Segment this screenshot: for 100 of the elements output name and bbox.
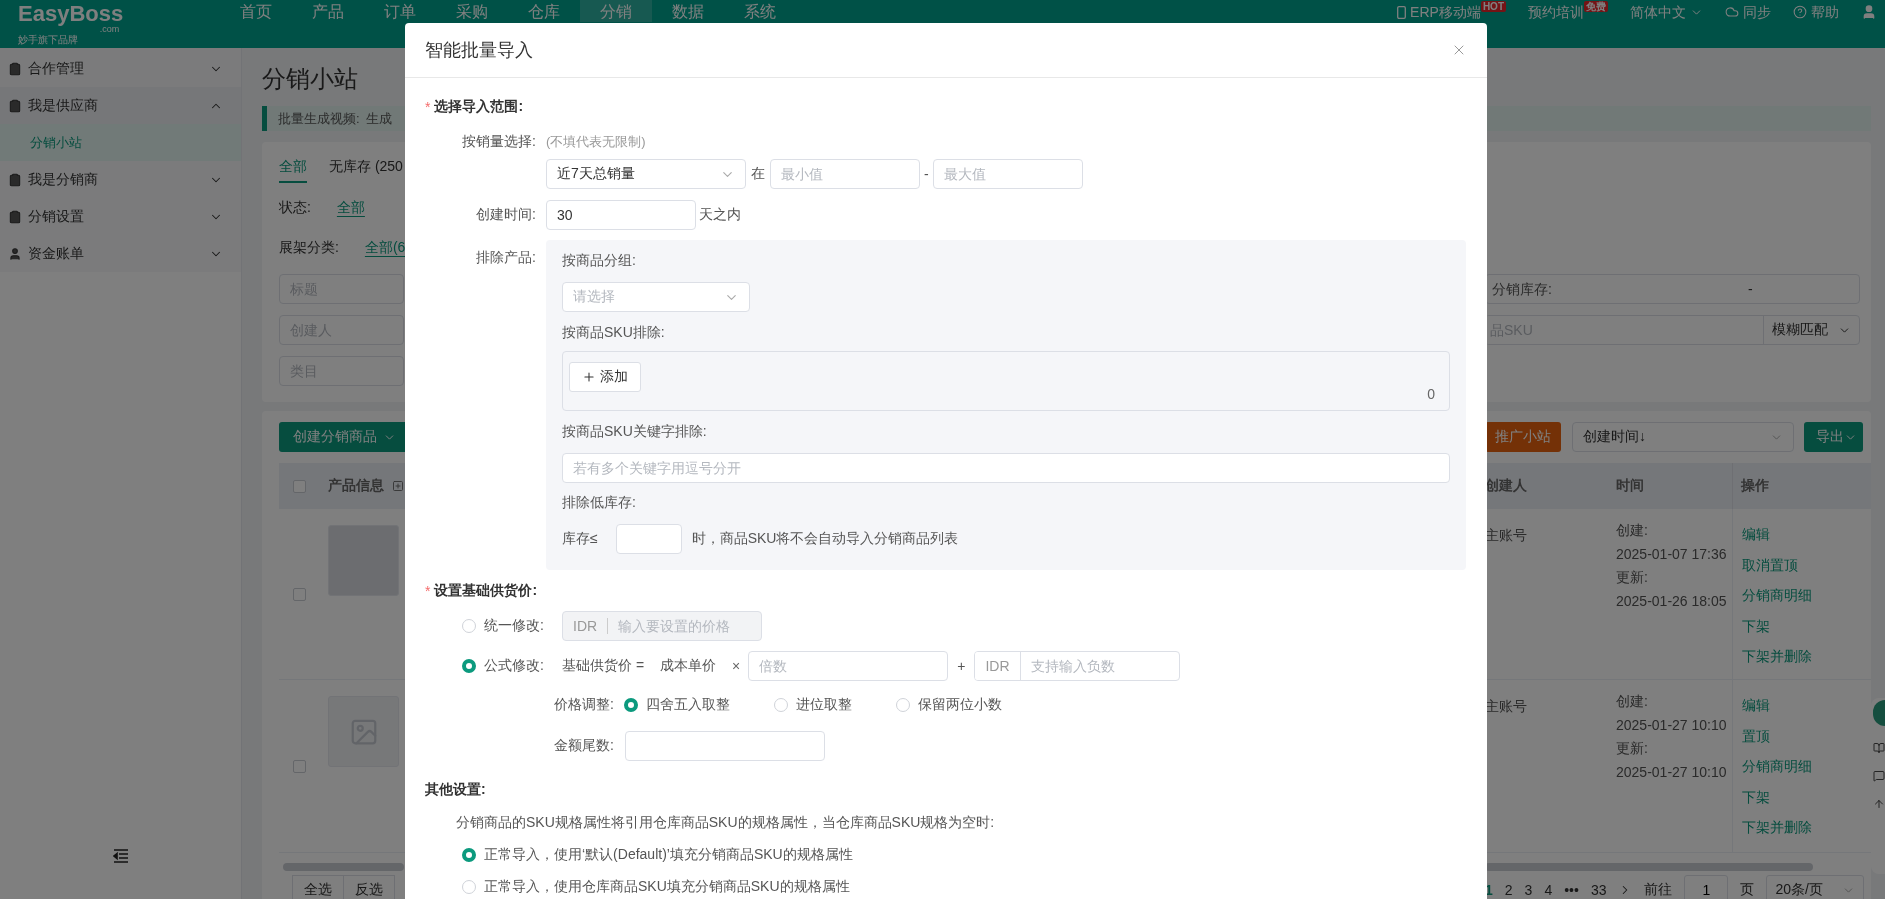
sidebar-item[interactable]: 合作管理 [0,50,241,87]
table-cell-text: 创建: [1616,692,1649,711]
action-link[interactable]: 编辑 [1742,690,1870,721]
action-link[interactable]: 置顶 [1742,720,1870,751]
field-label: 按商品分组: [562,251,637,270]
user-icon[interactable] [1861,4,1877,20]
hint-text: (不填代表无限制) [546,133,646,151]
required-mark: * [425,99,431,115]
action-link[interactable]: 分销商明细 [1742,580,1870,611]
offset-input[interactable]: 支持输入负数 [1020,658,1180,674]
page-number[interactable]: 33 [1590,882,1607,898]
nav-menu-item[interactable]: 首页 [220,0,292,22]
page-title: 分销小站 [262,64,359,94]
add-button[interactable]: 添加 [569,362,641,392]
page-unit: 页 [1740,881,1755,899]
filter-option[interactable]: 全部 [336,199,365,217]
sidebar-item[interactable]: 我是供应商 [0,87,241,124]
page-size-select[interactable]: 20条/页 [1766,875,1865,899]
section-title: 设置基础供货价: [434,582,538,600]
sidebar-item[interactable]: 分销设置 [0,198,241,235]
clipboard-icon [8,172,22,187]
chat-icon[interactable] [1873,770,1885,782]
metric-select[interactable]: 近7天总销量 [546,159,746,189]
field-label: 按商品SKU排除: [562,323,666,342]
group-select[interactable]: 请选择 [562,282,750,312]
nav-menu-item[interactable]: 数据 [652,0,724,22]
page-number[interactable]: 2 [1504,882,1513,898]
radio-button[interactable] [462,659,476,673]
offset-field[interactable]: IDR 支持输入负数 [974,651,1181,681]
promote-button[interactable]: 推广小站 [1485,422,1561,452]
select-all-button[interactable]: 全选 [292,875,344,899]
max-input[interactable]: 最大值 [932,159,1083,189]
action-link[interactable]: 下架 [1742,781,1870,812]
option-label: 统一修改: [484,617,545,635]
phone-icon [1397,5,1407,19]
book-icon[interactable] [1873,742,1885,754]
page-number[interactable]: ••• [1564,882,1579,898]
min-input[interactable]: 最小值 [770,159,920,189]
nav-menu-item[interactable]: 订单 [364,0,436,22]
option-label: 公式修改: [484,657,545,675]
field-label: 排除产品: [475,249,536,267]
tail-input[interactable] [624,731,825,761]
nav-menu-item[interactable]: 采购 [436,0,508,22]
sort-select[interactable]: 创建时间↓ [1572,422,1794,452]
action-link[interactable]: 下架 [1742,610,1870,641]
filter-label: 状态: [279,199,311,217]
toolbar-link[interactable]: 简体中文 [1630,3,1703,21]
multiplier-input[interactable]: 倍数 [748,651,949,681]
nav-menu-item[interactable]: 仓库 [508,0,580,22]
dialog-title: 智能批量导入 [425,39,533,62]
sidebar-subitem[interactable]: 分销小站 [0,124,241,161]
nav-menu-item[interactable]: 系统 [724,0,796,22]
collapse-menu-icon[interactable] [112,849,129,863]
section-title: 选择导入范围: [434,98,524,116]
notice-label: 批量生成视频: [278,109,360,128]
sidebar-item[interactable]: 资金账单 [0,235,241,272]
section-title: 其他设置: [425,781,486,799]
stock-input[interactable] [615,524,682,554]
arrow-up-icon[interactable] [1873,798,1885,810]
expand-icon [392,479,404,493]
toolbar-link[interactable]: 预约培训 [1528,3,1584,21]
checkbox[interactable] [293,587,306,601]
column-header: 创建人 [1485,476,1528,495]
filter-option[interactable]: 全部(6 [364,239,406,257]
currency-prefix: IDR [563,618,609,634]
nav-menu-item[interactable]: 产品 [292,0,364,22]
page-number[interactable]: 4 [1544,882,1553,898]
toolbar-link[interactable]: 帮助 [1793,3,1839,21]
keyword-input[interactable]: 若有多个关键字用逗号分开 [562,453,1450,483]
action-link[interactable]: 下架并删除 [1742,641,1870,672]
days-input[interactable]: 30 [546,200,696,230]
avatar-icon[interactable] [1873,700,1885,726]
field-label: 排除低库存: [562,493,637,512]
tab[interactable]: 无库存 (250 [329,153,403,183]
action-link[interactable]: 下架并删除 [1742,812,1870,843]
checkbox[interactable] [293,759,306,773]
export-button[interactable]: 导出 [1804,422,1863,452]
invert-selection-button[interactable]: 反选 [343,875,395,899]
table-cell-text: 2025-01-27 10:10 [1616,762,1728,782]
radio-button[interactable] [462,848,476,862]
stock-label: 库存≤ [562,530,598,548]
radio-button[interactable] [623,698,638,712]
formula-text: 基础供货价 = [562,657,645,675]
action-link[interactable]: 取消置顶 [1742,549,1870,580]
field-label: 按商品SKU关键字排除: [562,422,708,441]
toolbar-link[interactable]: 同步 [1725,3,1771,21]
table-cell-text: 更新: [1616,739,1649,758]
action-link[interactable]: 分销商明细 [1742,751,1870,782]
sku-count: 0 [1427,386,1435,402]
required-mark: * [425,583,431,599]
checkbox[interactable] [293,479,306,493]
action-link[interactable]: 编辑 [1742,519,1870,550]
toolbar-link[interactable]: ERP移动端 [1397,3,1481,21]
tab[interactable]: 全部 [279,153,307,183]
page-number[interactable]: 3 [1524,882,1533,898]
field-label: 创建时间: [475,206,536,224]
match-mode-select[interactable]: 模糊匹配 [1763,316,1859,344]
sidebar-item[interactable]: 我是分销商 [0,161,241,198]
field-label: 按销量选择: [461,133,536,151]
page-input[interactable]: 1 [1684,875,1729,899]
